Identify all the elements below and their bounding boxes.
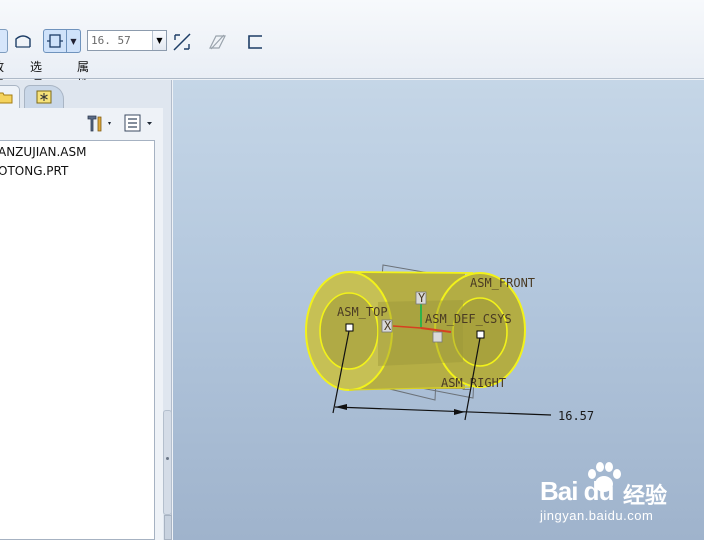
dimension-arrow-left: [335, 404, 347, 410]
tree-settings-button[interactable]: [85, 113, 115, 133]
model-tree-toolbar: [0, 108, 163, 138]
list-icon: [124, 114, 152, 132]
placement-dashboard: ▼ ▼ 放置 选项 属性: [0, 0, 704, 92]
datum-label-asm-top: ASM_TOP: [337, 305, 388, 319]
tree-show-button[interactable]: [123, 113, 155, 133]
model-tree: ANZUJIAN.ASM OTONG.PRT: [0, 140, 155, 540]
dimension-line: [334, 406, 552, 416]
flip-button[interactable]: [171, 30, 193, 54]
chevron-down-icon: ▼: [156, 36, 163, 45]
csys-x-label: X: [384, 319, 392, 333]
folder-icon: [0, 92, 13, 104]
offset-value-input[interactable]: [88, 31, 152, 50]
csys-y-label: Y: [418, 291, 426, 305]
datum-plane-button[interactable]: [206, 30, 228, 54]
dimension-value[interactable]: 16.57: [558, 409, 594, 423]
edge-display-button[interactable]: [244, 30, 266, 54]
surface-icon: [15, 35, 31, 48]
tools-icon: [87, 115, 111, 132]
offset-value-dropdown[interactable]: ▼: [152, 31, 166, 50]
sash-grip-icon: [166, 457, 169, 460]
datum-label-asm-front: ASM_FRONT: [470, 276, 535, 290]
offset-value-combo[interactable]: ▼: [87, 30, 167, 51]
offset-type-button[interactable]: [43, 29, 67, 53]
model-tree-panel: ANZUJIAN.ASM OTONG.PRT: [0, 108, 163, 540]
watermark-product: 经验: [623, 483, 668, 508]
favorites-icon: [36, 90, 52, 104]
mate-constraint-button[interactable]: [0, 29, 8, 53]
datum-plane-icon: [209, 34, 226, 50]
watermark-url: jingyan.baidu.com: [540, 508, 654, 523]
tube-top-edge: [348, 271, 474, 274]
datum-label-asm-def-csys: ASM_DEF_CSYS: [425, 312, 512, 326]
offset-icon: [47, 34, 63, 48]
bracket-icon: [248, 35, 262, 49]
chevron-down-icon: ▼: [70, 36, 77, 46]
navigator-sash[interactable]: [163, 410, 172, 515]
offset-type-dropdown[interactable]: ▼: [67, 29, 81, 53]
flip-icon: [173, 33, 191, 51]
navigator-tabs: [0, 80, 172, 108]
front-axis-marker: [345, 323, 354, 332]
tab-favorites[interactable]: [24, 85, 64, 108]
baidu-jingyan-watermark: Bai du 经验 jingyan.baidu.com: [540, 462, 704, 526]
tree-item-assembly[interactable]: ANZUJIAN.ASM: [0, 143, 86, 161]
tree-item-part[interactable]: OTONG.PRT: [0, 162, 68, 180]
navigator-panel: ANZUJIAN.ASM OTONG.PRT: [0, 80, 172, 540]
csys-z-tag: [432, 331, 443, 343]
dimension-arrow-right: [454, 409, 465, 415]
watermark-brand: Bai du: [540, 476, 614, 506]
back-axis-marker: [476, 330, 485, 339]
navigator-scrollbar[interactable]: [164, 515, 172, 540]
surface-constraint-button[interactable]: [12, 30, 34, 54]
datum-label-asm-right: ASM_RIGHT: [441, 376, 506, 390]
tab-folder-browser[interactable]: [0, 85, 20, 108]
